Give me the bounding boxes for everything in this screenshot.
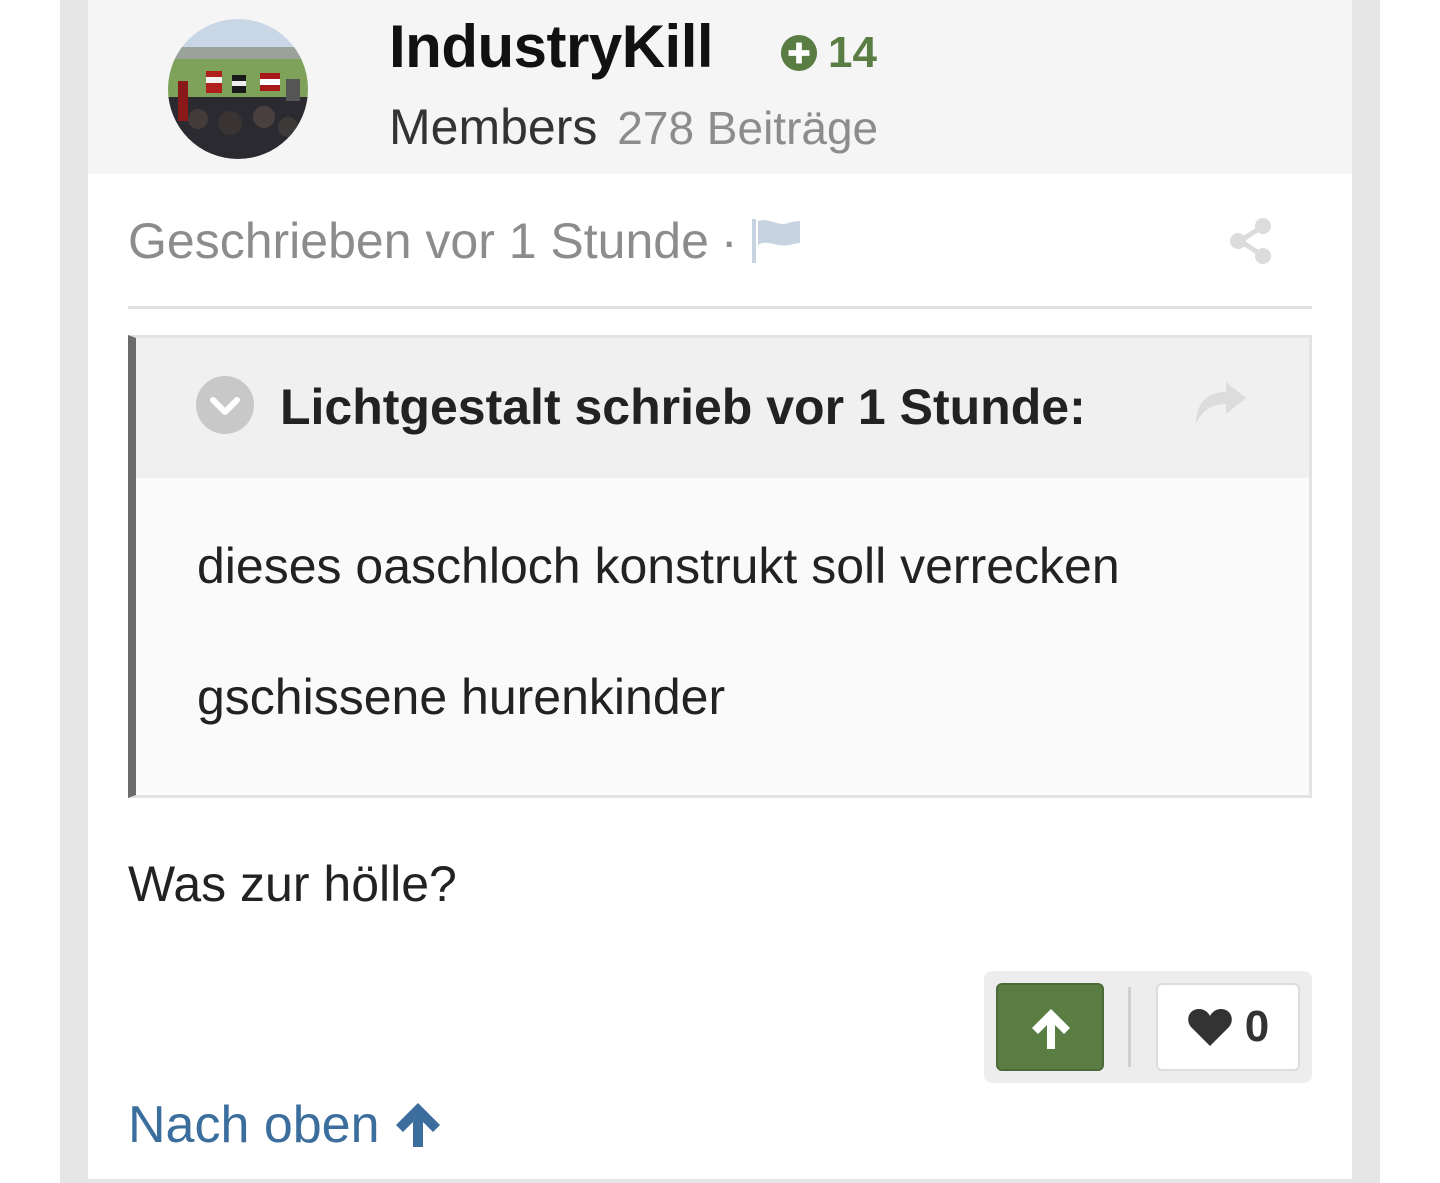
back-to-top-link[interactable]: Nach oben: [128, 1095, 442, 1155]
quote-line: gschissene hurenkinder: [197, 669, 726, 725]
author-username[interactable]: IndustryKill: [389, 12, 714, 81]
meta-divider: [128, 306, 1312, 309]
post-content: Was zur hölle?: [128, 856, 457, 912]
share-arrow-icon[interactable]: [1192, 378, 1248, 428]
heart-icon: [1187, 1009, 1232, 1046]
page-background: IndustryKill 14 Members 278 Beiträge Ges…: [60, 0, 1380, 1183]
quote-line: dieses oaschloch konstrukt soll verrecke…: [197, 538, 1120, 594]
meta-separator: ·: [720, 213, 738, 269]
member-group: Members: [389, 99, 598, 155]
quote-block: Lichtgestalt schrieb vor 1 Stunde: diese…: [128, 335, 1312, 798]
post-meta: Geschrieben vor 1 Stunde ·: [128, 212, 802, 270]
avatar[interactable]: [168, 19, 308, 159]
post-count: 278 Beiträge: [617, 102, 879, 154]
reaction-divider: [1128, 987, 1131, 1067]
chevron-down-icon[interactable]: [196, 376, 254, 434]
like-button[interactable]: 0: [1156, 983, 1300, 1071]
reaction-bar: 0: [984, 971, 1312, 1083]
arrow-up-icon: [1032, 1009, 1070, 1049]
post-card: IndustryKill 14 Members 278 Beiträge Ges…: [88, 0, 1352, 1179]
author-info: Members 278 Beiträge: [389, 98, 878, 156]
flag-icon[interactable]: [750, 217, 802, 265]
share-icon[interactable]: [1226, 216, 1276, 266]
upvote-button[interactable]: [996, 983, 1104, 1071]
reputation-badge[interactable]: 14: [780, 28, 877, 78]
quote-citation: Lichtgestalt schrieb vor 1 Stunde:: [280, 379, 1086, 435]
like-count: 0: [1244, 1002, 1270, 1051]
plus-circle-icon: [780, 34, 818, 72]
arrow-up-icon: [395, 1103, 440, 1147]
post-timestamp[interactable]: Geschrieben vor 1 Stunde: [128, 212, 709, 270]
author-header: IndustryKill 14 Members 278 Beiträge: [88, 0, 1352, 174]
reputation-count: 14: [828, 28, 877, 77]
quote-header: Lichtgestalt schrieb vor 1 Stunde:: [136, 338, 1309, 478]
back-to-top-label: Nach oben: [128, 1096, 380, 1154]
avatar-photo: [168, 19, 308, 159]
